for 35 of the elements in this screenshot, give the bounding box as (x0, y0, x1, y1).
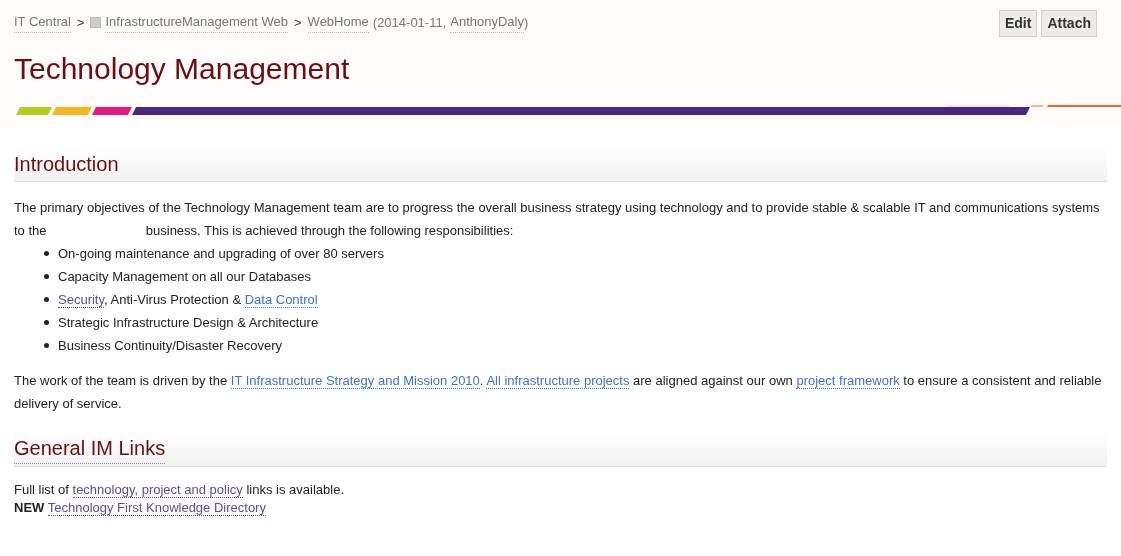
paragraph: The primary objectives of the Technology Management team are to progress the overall business strategy using technology and to provide stable & scalable IT and communications systems to the business. This is achieved through the following responsibilities: (14, 199, 1101, 240)
section-heading[interactable]: General IM Links (14, 433, 166, 464)
bullet-icon (44, 251, 49, 256)
text-link[interactable]: project framework (796, 373, 900, 389)
toolbar-button[interactable]: Edit (999, 10, 1038, 37)
paragraph: The work of the team is driven by the IT Infrastructure Strategy and Mission 2010. All infrastructure projects are aligned against our own project framework to ensure a consistent and reliable delivery of service. (14, 372, 1103, 413)
bullet-icon (44, 297, 49, 302)
list-item: Capacity Management on all our Databases (58, 268, 311, 286)
text-link[interactable]: IT Infrastructure Strategy and Mission 2010 (230, 373, 480, 389)
breadcrumb-separator: > (294, 13, 302, 32)
list-item: Business Continuity/Disaster Recovery (58, 337, 282, 355)
breadcrumb-link[interactable]: WebHome (307, 12, 369, 33)
breadcrumb-text: (2014-01-11, (372, 13, 447, 32)
bullet-icon (44, 343, 49, 348)
breadcrumb-text: ) (524, 13, 529, 32)
breadcrumb-separator: > (76, 13, 85, 32)
breadcrumb-link[interactable]: AnthonyDaly (450, 12, 524, 33)
bullet-icon (44, 320, 49, 325)
list-item: On-going maintenance and upgrading of over 80 servers (58, 245, 384, 263)
toolbar-button[interactable]: Attach (1041, 10, 1097, 37)
web-icon (90, 16, 102, 28)
text-link[interactable]: All infrastructure projects (486, 373, 630, 389)
breadcrumb-link[interactable]: InfrastructureManagement Web (105, 12, 288, 33)
text-line: Full list of technology, project and policy links is available. (14, 481, 345, 499)
breadcrumb-link[interactable]: IT Central (14, 12, 71, 33)
bullet-icon (44, 274, 49, 279)
text-link[interactable]: Security (58, 292, 104, 308)
text-link[interactable]: Data Control (244, 292, 318, 308)
list-item: Strategic Infrastructure Design & Architecture (58, 314, 319, 332)
text-link[interactable]: Technology First Knowledge Directory (47, 500, 266, 516)
section-heading: Introduction (14, 152, 119, 177)
text-link[interactable]: technology, project and policy (72, 482, 243, 498)
text-line: NEW Technology First Knowledge Directory (14, 499, 267, 517)
page-title: Technology Management (14, 51, 351, 87)
list-item: Security, Anti-Virus Protection & Data Control (58, 291, 318, 310)
